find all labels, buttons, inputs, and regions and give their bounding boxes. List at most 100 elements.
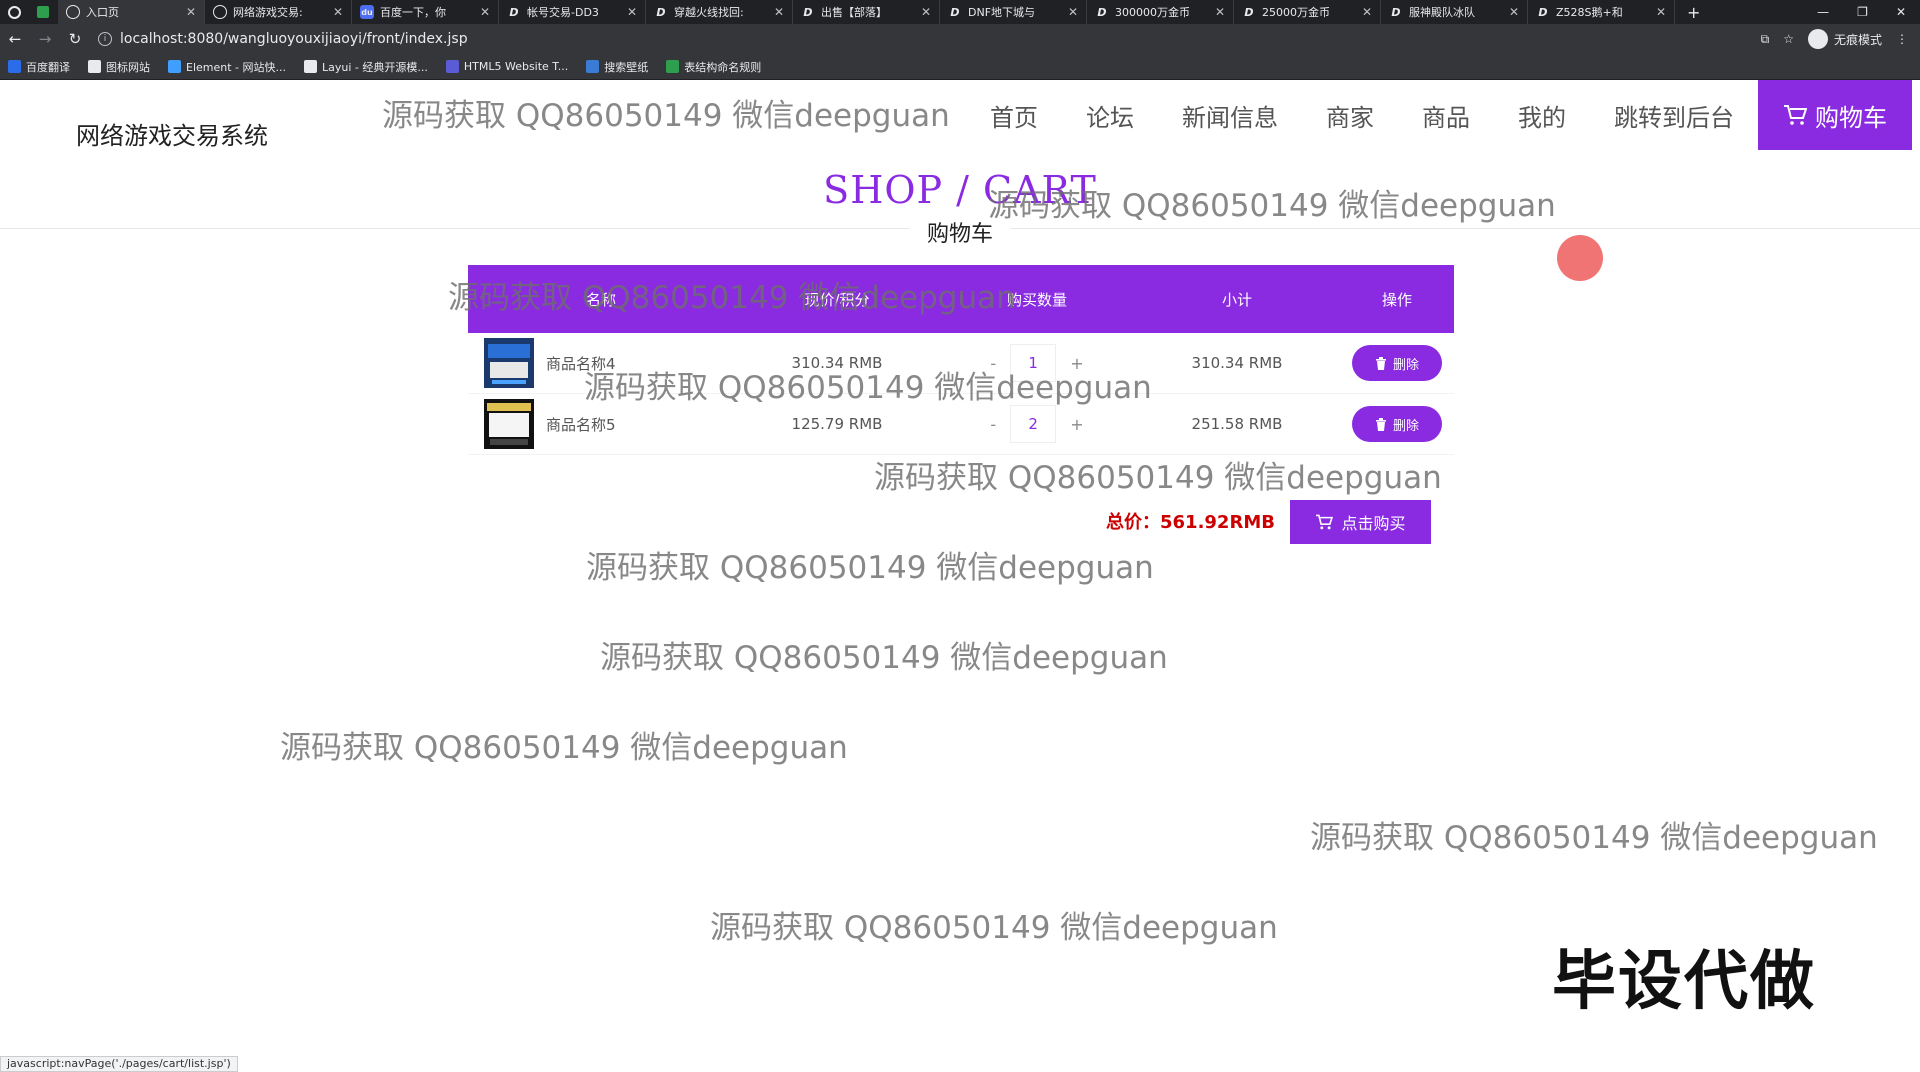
- column-header: 购买数量: [1006, 290, 1067, 309]
- trash-icon: [1375, 356, 1386, 370]
- decrease-button[interactable]: -: [990, 415, 996, 434]
- more-menu-icon[interactable]: ⋮: [1896, 32, 1908, 46]
- nav-item-admin[interactable]: 跳转到后台: [1590, 80, 1758, 150]
- url-text: localhost:8080/wangluoyouxijiaoyi/front/…: [120, 31, 468, 47]
- close-window-icon[interactable]: ✕: [1896, 5, 1906, 19]
- star-icon[interactable]: ☆: [1783, 32, 1794, 46]
- delete-button[interactable]: 删除: [1352, 406, 1442, 442]
- url-bar[interactable]: i localhost:8080/wangluoyouxijiaoyi/fron…: [98, 26, 1698, 52]
- operation-cell: 删除: [1340, 406, 1454, 442]
- close-icon[interactable]: ✕: [1068, 5, 1078, 19]
- watermark: 源码获取 QQ86050149 微信deepguan: [280, 730, 848, 766]
- bookmark-item[interactable]: Element - 网站快...: [168, 59, 286, 75]
- delete-label: 删除: [1392, 418, 1419, 434]
- increase-button[interactable]: +: [1070, 354, 1083, 373]
- nav-item-products[interactable]: 商品: [1398, 80, 1494, 150]
- pinned-tab-icon[interactable]: [28, 0, 58, 24]
- nav-item-merchants[interactable]: 商家: [1302, 80, 1398, 150]
- bookmark-item[interactable]: 百度翻译: [8, 59, 70, 75]
- quantity-input[interactable]: 2: [1010, 405, 1057, 443]
- shop-cart-heading: SHOP / CART: [823, 168, 1097, 212]
- chrome-menu-icon[interactable]: [0, 0, 28, 24]
- close-icon[interactable]: ✕: [1509, 5, 1519, 19]
- forward-icon[interactable]: →: [30, 30, 60, 48]
- back-icon[interactable]: ←: [0, 30, 30, 48]
- tab-title: 服神殿队冰队: [1409, 6, 1475, 19]
- browser-tab[interactable]: du 百度一下，你 ✕: [352, 0, 499, 24]
- cart-icon: [1316, 514, 1334, 530]
- close-icon[interactable]: ✕: [627, 5, 637, 19]
- browser-tab-bar: o 入口页 ✕ o 网络游戏交易: ✕ du 百度一下，你 ✕ D 帐号交易-D…: [0, 0, 1920, 24]
- quantity-input[interactable]: 1: [1010, 344, 1057, 382]
- watermark: 源码获取 QQ86050149 微信deepguan: [586, 550, 1154, 586]
- increase-button[interactable]: +: [1070, 415, 1083, 434]
- bookmark-favicon-icon: [445, 60, 459, 73]
- operation-cell: 删除: [1340, 345, 1454, 381]
- browser-tab[interactable]: D Z528S鹅+和 ✕: [1528, 0, 1675, 24]
- product-name-cell: 商品名称5: [468, 399, 734, 449]
- product-thumbnail[interactable]: [484, 338, 534, 388]
- cursor-highlight: [1557, 235, 1603, 281]
- close-icon[interactable]: ✕: [1215, 5, 1225, 19]
- quantity-stepper: - 2 +: [940, 405, 1134, 443]
- dd373-icon: D: [950, 5, 960, 19]
- cart-subheading: 购物车: [910, 216, 1010, 248]
- browser-tab[interactable]: o 网络游戏交易: ✕: [205, 0, 352, 24]
- tab-title: 百度一下，你: [380, 6, 446, 19]
- restore-icon[interactable]: ❐: [1857, 5, 1868, 19]
- bookmark-item[interactable]: HTML5 Website T...: [445, 60, 568, 73]
- nav-item-forum[interactable]: 论坛: [1062, 80, 1158, 150]
- dd373-icon: D: [656, 5, 666, 19]
- browser-tab[interactable]: D 帐号交易-DD3 ✕: [499, 0, 646, 24]
- delete-label: 删除: [1392, 357, 1419, 373]
- browser-tab[interactable]: D 25000万金币 ✕: [1234, 0, 1381, 24]
- cart-table: 名称 现价/积分 购买数量 小计 操作 商品名称4 310.34 RMB - 1…: [468, 265, 1454, 455]
- bookmark-item[interactable]: 搜索壁纸: [586, 59, 648, 75]
- cart-label: 购物车: [1815, 103, 1887, 132]
- tab-title: DNF地下城与: [968, 6, 1036, 19]
- new-tab-icon[interactable]: +: [1675, 3, 1712, 22]
- close-icon[interactable]: ✕: [1656, 5, 1666, 19]
- quantity-stepper: - 1 +: [940, 344, 1134, 382]
- info-icon[interactable]: i: [98, 32, 112, 46]
- close-icon[interactable]: ✕: [774, 5, 784, 19]
- product-thumbnail[interactable]: [484, 399, 534, 449]
- nav-item-home[interactable]: 首页: [966, 80, 1062, 150]
- bookmark-label: 表结构命名规则: [684, 60, 762, 74]
- close-icon[interactable]: ✕: [186, 5, 196, 19]
- nav-item-mine[interactable]: 我的: [1494, 80, 1590, 150]
- nav-cart-button[interactable]: 购物车: [1758, 80, 1912, 150]
- translate-icon[interactable]: ⧉: [1761, 32, 1770, 47]
- bookmarks-bar: 百度翻译 图标网站 Element - 网站快... Layui - 经典开源模…: [0, 54, 1920, 80]
- close-icon[interactable]: ✕: [1362, 5, 1372, 19]
- browser-tab[interactable]: D DNF地下城与 ✕: [940, 0, 1087, 24]
- status-bar: javascript:navPage('./pages/cart/list.js…: [0, 1056, 238, 1072]
- close-icon[interactable]: ✕: [480, 5, 490, 19]
- buy-button[interactable]: 点击购买: [1290, 500, 1431, 544]
- delete-button[interactable]: 删除: [1352, 345, 1442, 381]
- bookmark-label: Element - 网站快...: [186, 60, 286, 74]
- browser-tab[interactable]: D 服神殿队冰队 ✕: [1381, 0, 1528, 24]
- bookmark-label: 图标网站: [106, 60, 150, 74]
- row-subtotal: 310.34 RMB: [1191, 354, 1283, 372]
- dd373-icon: D: [803, 5, 813, 19]
- bookmark-favicon-icon: [88, 60, 101, 73]
- browser-tab[interactable]: D 出售【部落】 ✕: [793, 0, 940, 24]
- reload-icon[interactable]: ↻: [60, 30, 90, 48]
- nav-item-news[interactable]: 新闻信息: [1158, 80, 1302, 150]
- bookmark-item[interactable]: 图标网站: [88, 59, 150, 75]
- bookmark-item[interactable]: 表结构命名规则: [666, 59, 761, 75]
- decrease-button[interactable]: -: [990, 354, 996, 373]
- browser-tab[interactable]: D 300000万金币 ✕: [1087, 0, 1234, 24]
- browser-tab[interactable]: D 穿越火线找回: ✕: [646, 0, 793, 24]
- bookmark-label: 百度翻译: [26, 60, 70, 74]
- cart-icon: [1784, 105, 1807, 125]
- bookmark-item[interactable]: Layui - 经典开源模...: [304, 59, 428, 75]
- close-icon[interactable]: ✕: [921, 5, 931, 19]
- browser-tab[interactable]: o 入口页 ✕: [58, 0, 205, 24]
- product-name: 商品名称4: [546, 354, 616, 373]
- minimize-icon[interactable]: —: [1817, 5, 1829, 19]
- product-price: 310.34 RMB: [791, 354, 883, 372]
- close-icon[interactable]: ✕: [333, 5, 343, 19]
- incognito-badge[interactable]: 无痕模式: [1807, 29, 1882, 49]
